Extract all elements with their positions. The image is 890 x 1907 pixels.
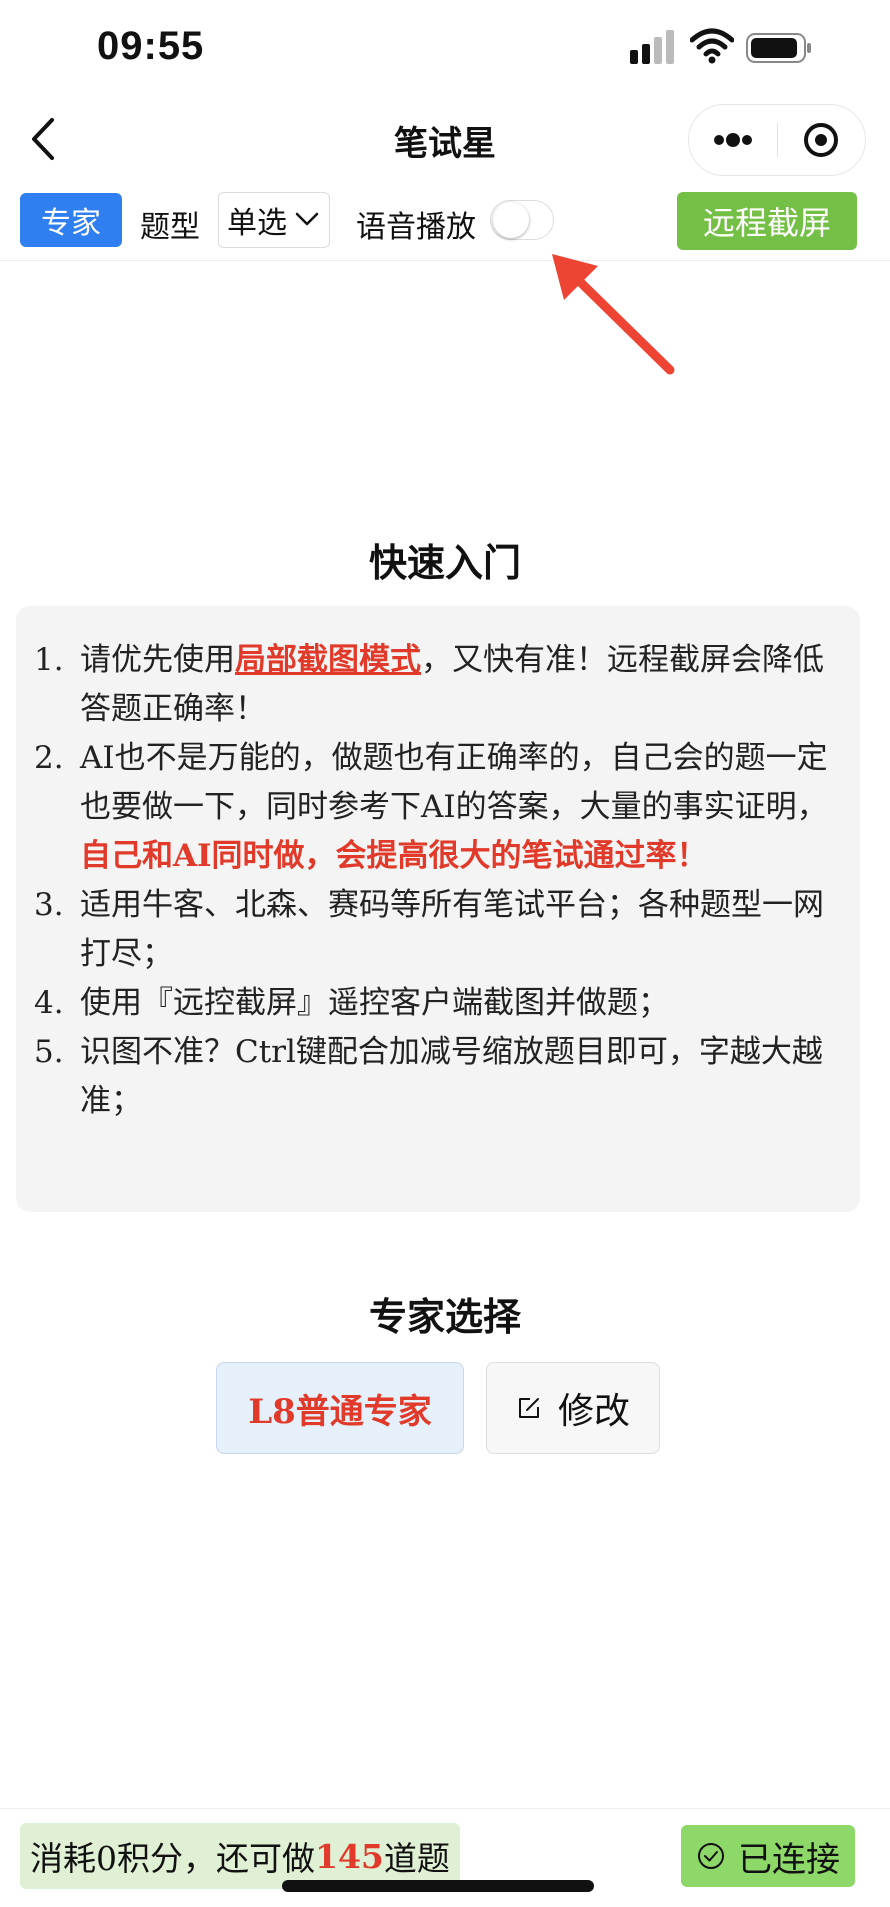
quick-start-title: 快速入门 (368, 541, 521, 585)
list-item: 2. AI也不是万能的，做题也有正确率的，自己会的题一定也要做一下，同时参考下A… (16, 734, 834, 881)
current-expert-button[interactable]: L8普通专家 (216, 1362, 464, 1454)
wifi-icon (690, 28, 734, 64)
item-highlight: 自己和AI同时做，会提高很大的笔试通过率！ (80, 838, 708, 874)
battery-icon (746, 33, 811, 63)
connection-status-button[interactable]: 已连接 (681, 1825, 855, 1887)
quick-start-list: 1. 请优先使用局部截图模式，又快有准！远程截屏会降低答题正确率！ 2. AI也… (16, 606, 860, 1126)
item-number: 3. (34, 887, 64, 923)
question-type-select[interactable]: 单选 (218, 192, 330, 248)
list-item: 4. 使用『远控截屏』遥控客户端截图并做题； (16, 979, 834, 1028)
status-bar: 09:55 (0, 0, 890, 96)
list-item: 3. 适用牛客、北森、赛码等所有笔试平台；各种题型一网打尽； (16, 881, 834, 979)
more-options-button[interactable] (689, 105, 777, 175)
points-suffix: 道题 (383, 1839, 450, 1878)
expert-select-title: 专家选择 (368, 1295, 521, 1339)
toggle-knob (493, 202, 529, 238)
list-item: 5. 识图不准？Ctrl键配合加减号缩放题目即可，字越大越准； (16, 1028, 834, 1126)
home-indicator (282, 1880, 594, 1892)
mini-program-capsule (688, 104, 866, 176)
item-text: 识图不准？Ctrl键配合加减号缩放题目即可，字越大越准； (80, 1034, 823, 1119)
voice-playback-toggle[interactable] (490, 200, 554, 240)
remote-screenshot-button[interactable]: 远程截屏 (677, 192, 857, 250)
more-dots-icon (714, 133, 752, 147)
edit-icon (518, 1398, 539, 1418)
connected-label: 已连接 (738, 1839, 840, 1880)
item-number: 4. (34, 985, 64, 1021)
cellular-signal-icon (630, 30, 674, 64)
bottom-bar: 消耗0积分，还可做 145 道题 已连接 (0, 1808, 890, 1907)
list-item: 1. 请优先使用局部截图模式，又快有准！远程截屏会降低答题正确率！ (16, 636, 834, 734)
annotation-arrow-icon (552, 254, 675, 375)
edit-label: 修改 (557, 1391, 630, 1432)
close-mini-program-button[interactable] (778, 105, 865, 175)
quick-start-panel: 1. 请优先使用局部截图模式，又快有准！远程截屏会降低答题正确率！ 2. AI也… (16, 606, 860, 1212)
check-circle-icon (698, 1843, 724, 1869)
remaining-count: 145 (315, 1836, 384, 1876)
toolbar: 专家 题型 单选 语音播放 远程截屏 (0, 186, 890, 261)
nav-bar: 笔试星 (0, 96, 890, 186)
item-text: 适用牛客、北森、赛码等所有笔试平台；各种题型一网打尽； (80, 887, 824, 972)
item-number: 5. (34, 1034, 64, 1070)
item-number: 2. (34, 740, 64, 776)
expert-button[interactable]: 专家 (20, 193, 122, 247)
question-type-label: 题型 (140, 210, 200, 245)
partial-screenshot-mode-link[interactable]: 局部截图模式 (235, 642, 421, 678)
points-text: 消耗0积分，还可做 (30, 1839, 315, 1878)
status-time: 09:55 (97, 24, 205, 68)
target-circle-icon (804, 123, 838, 157)
item-text: 请优先使用 (80, 642, 235, 678)
question-type-value: 单选 (227, 206, 287, 241)
voice-playback-label: 语音播放 (356, 210, 476, 245)
edit-expert-button[interactable]: 修改 (486, 1362, 660, 1454)
item-text: AI也不是万能的，做题也有正确率的，自己会的题一定也要做一下，同时参考下AI的答… (80, 740, 828, 825)
chevron-down-icon (295, 212, 319, 226)
item-number: 1. (34, 642, 64, 678)
item-text: 使用『远控截屏』遥控客户端截图并做题； (80, 985, 669, 1021)
